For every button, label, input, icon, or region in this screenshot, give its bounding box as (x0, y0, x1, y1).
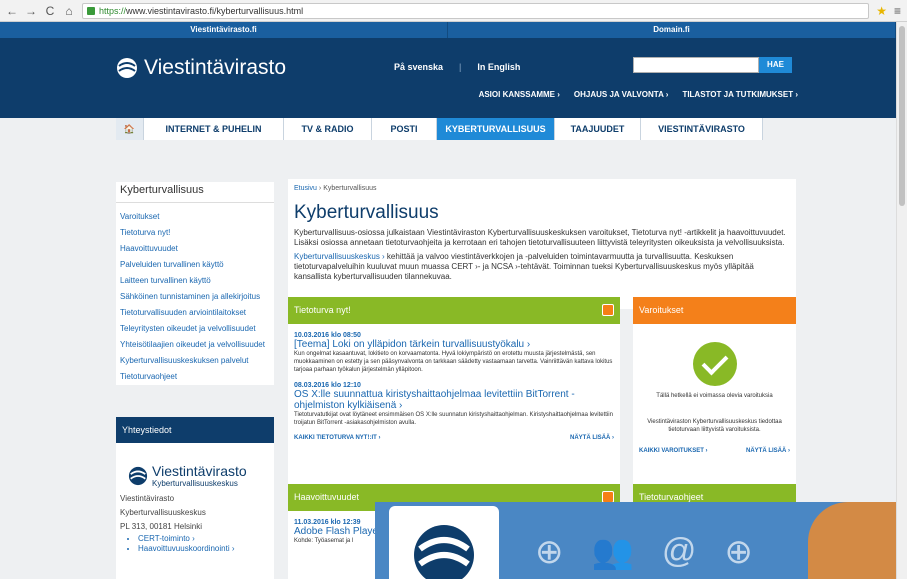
logo-globe-icon (117, 58, 137, 78)
top-links: Viestintävirasto.fi Domain.fi (0, 22, 896, 38)
sidebar-title: Kyberturvallisuus (116, 182, 274, 203)
search-input[interactable] (633, 57, 759, 73)
sidebar: Kyberturvallisuus Varoitukset Tietoturva… (116, 182, 274, 385)
quick-link-ohjaus[interactable]: OHJAUS JA VALVONTA › (574, 90, 669, 99)
sidebar-item-yhteisotilaajien[interactable]: Yhteisötilaajien oikeudet ja velvollisuu… (116, 337, 274, 353)
overlay-icons: ⊕ 👥 @ ⊕ (535, 532, 753, 572)
alerts-footer: KAIKKI VAROITUKSET › NÄYTÄ LISÄÄ › (633, 448, 796, 454)
scrollbar[interactable] (896, 22, 907, 579)
search-form: HAE (633, 57, 792, 73)
sidebar-item-haavoittuvuudet[interactable]: Haavoittuvuudet (116, 241, 274, 257)
toplink-domain[interactable]: Domain.fi (448, 22, 896, 38)
alerts-box: Varoitukset Tällä hetkellä ei voimassa o… (633, 297, 796, 493)
contact-title: Yhteystiedot (116, 417, 274, 443)
sidebar-item-palveluiden-kaytto[interactable]: Palveluiden turvallinen käyttö (116, 257, 274, 273)
nav-viestintavirasto[interactable]: VIESTINTÄVIRASTO (641, 118, 763, 140)
nav-posti[interactable]: POSTI (372, 118, 437, 140)
contact-address: Viestintävirasto Kyberturvallisuuskeskus… (116, 488, 274, 558)
toplink-viestintavirasto[interactable]: Viestintävirasto.fi (0, 22, 448, 38)
lock-icon (87, 6, 95, 15)
nav-internet[interactable]: INTERNET & PUHELIN (144, 118, 284, 140)
overlay-banner: ⊕ 👥 @ ⊕ (375, 502, 896, 579)
news-box: Tietoturva nyt! 10.03.2016 klo 08:50 [Te… (288, 297, 620, 493)
sidebar-item-teleyritysten[interactable]: Teleyritysten oikeudet ja velvollisuudet (116, 321, 274, 337)
sidebar-item-arviointilaitokset[interactable]: Tietoturvallisuuden arviointilaitokset (116, 305, 274, 321)
lang-english[interactable]: In English (477, 62, 520, 72)
news-item-link[interactable]: [Teema] Loki on ylläpidon tärkein turval… (294, 339, 614, 350)
main-nav: 🏠 INTERNET & PUHELIN TV & RADIO POSTI KY… (116, 118, 763, 140)
sidebar-item-tietoturvaohjeet[interactable]: Tietoturvaohjeet (116, 369, 274, 385)
sidebar-item-palvelut[interactable]: Kyberturvallisuuskeskuksen palvelut (116, 353, 274, 369)
check-icon (692, 342, 737, 386)
news-title: Tietoturva nyt! (288, 297, 620, 324)
at-sign-icon: @ (661, 532, 697, 570)
quick-links: ASIOI KANSSAMME › OHJAUS JA VALVONTA › T… (479, 90, 798, 99)
overlay-logo (389, 506, 499, 579)
news-item: 08.03.2016 klo 12:10 OS X:lle suunnattua… (294, 382, 614, 426)
alerts-title: Varoitukset (633, 297, 796, 324)
logo-globe-icon (414, 525, 474, 579)
page-title: Kyberturvallisuus (294, 202, 439, 223)
bookmark-star-icon[interactable]: ★ (876, 4, 887, 18)
alerts-all-link[interactable]: KAIKKI VAROITUKSET › (639, 448, 708, 454)
news-more-link[interactable]: NÄYTÄ LISÄÄ › (570, 435, 614, 441)
sidebar-item-tunnistaminen[interactable]: Sähköinen tunnistaminen ja allekirjoitus (116, 289, 274, 305)
sidebar-item-laitteen-kaytto[interactable]: Laitteen turvallinen käyttö (116, 273, 274, 289)
contact-box: Yhteystiedot Viestintävirasto Kyberturval… (116, 417, 274, 579)
news-item: 10.03.2016 klo 08:50 [Teema] Loki on yll… (294, 332, 614, 373)
contact-logo: Viestintävirasto Kyberturvallisuuskeskus (128, 463, 274, 488)
news-footer: KAIKKI TIETOTURVA NYT!:IT › NÄYTÄ LISÄÄ … (288, 435, 620, 441)
sidebar-item-tietoturva-nyt[interactable]: Tietoturva nyt! (116, 225, 274, 241)
news-item-link[interactable]: OS X:lle suunnattua kiristyshaittaohjelm… (294, 389, 614, 411)
breadcrumb: Etusivu › Kyberturvallisuus (294, 185, 377, 192)
nav-home-icon[interactable]: 🏠 (116, 118, 144, 140)
nav-tv-radio[interactable]: TV & RADIO (284, 118, 372, 140)
main-intro: Etusivu › Kyberturvallisuus Kyberturvall… (288, 179, 796, 309)
logo-globe-icon (128, 466, 148, 485)
quick-link-asioi[interactable]: ASIOI KANSSAMME › (479, 90, 560, 99)
back-icon[interactable]: ← (6, 4, 18, 18)
lang-separator: | (459, 62, 462, 72)
kyberturvallisuuskeskus-link[interactable]: Kyberturvallisuuskeskus › (294, 252, 385, 261)
people-icon: 👥 (591, 533, 634, 571)
nav-kyberturvallisuus[interactable]: KYBERTURVALLISUUS (437, 118, 555, 140)
news-all-link[interactable]: KAIKKI TIETOTURVA NYT!:IT › (294, 435, 380, 441)
home-icon[interactable]: ⌂ (63, 4, 75, 18)
site-header: Viestintävirasto På svenska | In English… (0, 38, 896, 118)
globe-icon: ⊕ (535, 533, 564, 571)
contact-link-cert[interactable]: CERT-toiminto › (138, 534, 270, 544)
contact-link-haavoittuvuus[interactable]: Haavoittuvuuskoordinointi › (138, 544, 270, 554)
alerts-desc: Viestintäviraston Kyberturvallisuuskesku… (647, 419, 782, 433)
globe-icon: ⊕ (724, 533, 753, 571)
intro-paragraph: Kyberturvallisuus-osiossa julkaistaan Vi… (294, 228, 786, 247)
site-logo[interactable]: Viestintävirasto (116, 56, 286, 80)
rss-icon[interactable] (602, 304, 614, 316)
breadcrumb-home[interactable]: Etusivu (294, 185, 317, 192)
page: Viestintävirasto.fi Domain.fi Viestintäv… (0, 22, 896, 579)
address-bar[interactable]: https://www.viestintavirasto.fi/kybertur… (82, 2, 870, 19)
alerts-more-link[interactable]: NÄYTÄ LISÄÄ › (746, 448, 790, 454)
menu-icon[interactable]: ≡ (894, 4, 901, 18)
sidebar-item-varoitukset[interactable]: Varoitukset (116, 209, 274, 225)
search-button[interactable]: HAE (759, 57, 792, 73)
lang-swedish[interactable]: På svenska (394, 62, 443, 72)
intro-paragraph-2: Kyberturvallisuuskeskus › kehittää ja va… (294, 252, 754, 281)
hand-image (808, 502, 896, 579)
browser-toolbar: ← → C ⌂ https://www.viestintavirasto.fi/… (0, 0, 907, 22)
quick-link-tilastot[interactable]: TILASTOT JA TUTKIMUKSET › (682, 90, 798, 99)
alerts-status: Tällä hetkellä ei voimassa olevia varoit… (656, 393, 773, 399)
scrollbar-thumb[interactable] (899, 26, 905, 206)
nav-taajuudet[interactable]: TAAJUUDET (555, 118, 641, 140)
language-links: På svenska | In English (394, 62, 520, 72)
reload-icon[interactable]: C (44, 4, 56, 18)
forward-icon[interactable]: → (25, 4, 37, 18)
